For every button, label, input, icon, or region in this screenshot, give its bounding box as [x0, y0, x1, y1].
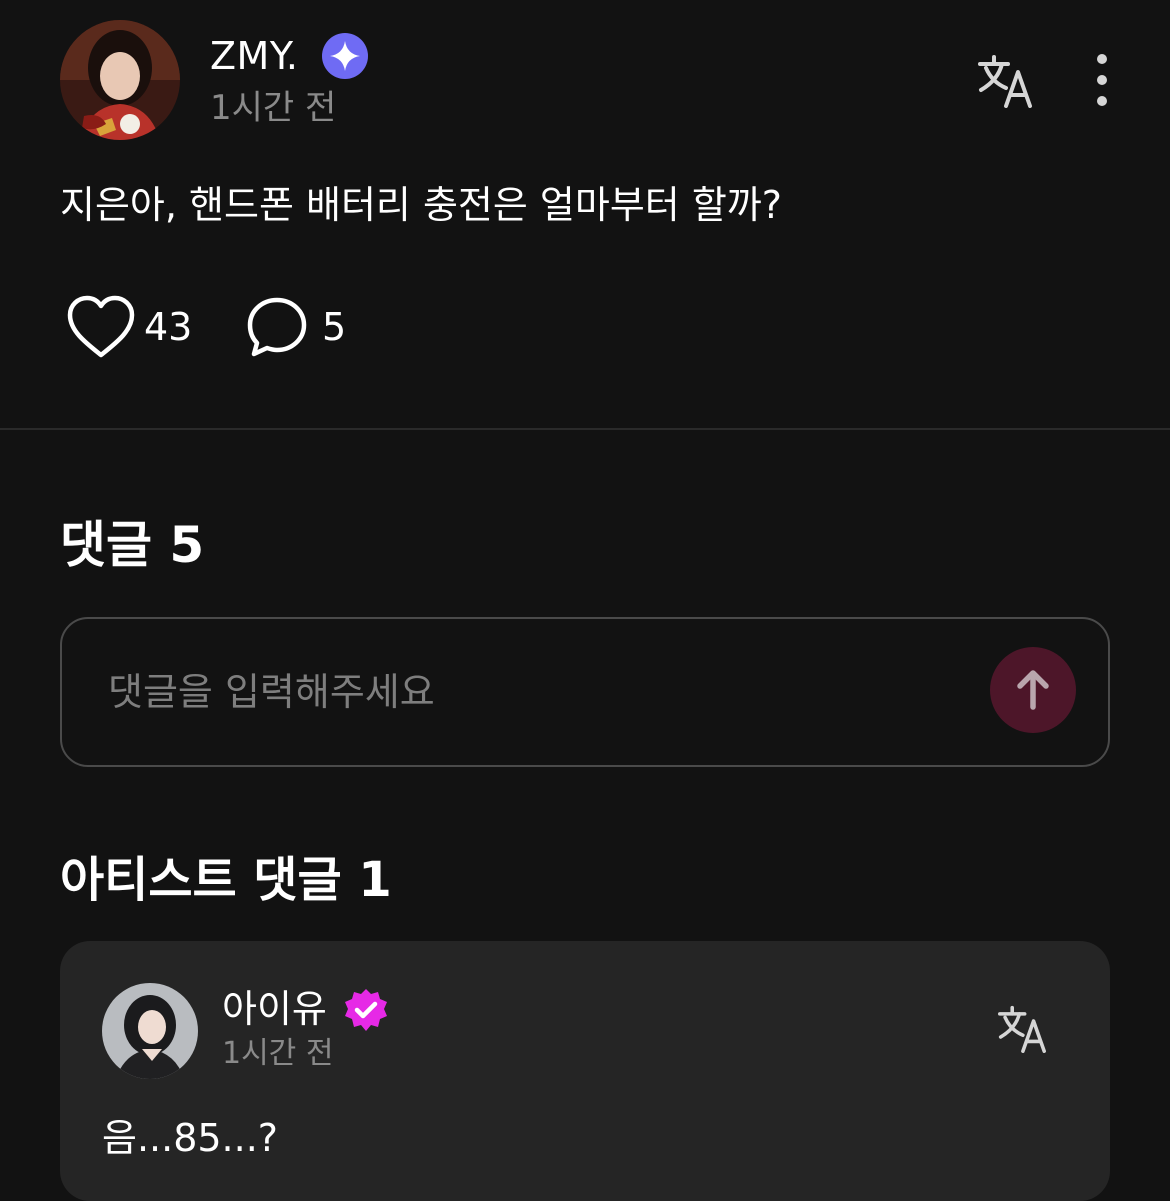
translate-button[interactable]: [976, 54, 1034, 108]
author-name[interactable]: ZMY.: [210, 34, 298, 78]
translate-icon: [996, 1005, 1048, 1053]
send-comment-button[interactable]: [990, 647, 1076, 733]
comments-title: 댓글 5: [60, 516, 205, 574]
comment-input-box: [60, 617, 1110, 767]
section-divider: [0, 428, 1170, 430]
artist-name[interactable]: 아이유: [222, 987, 327, 1031]
artist-comments-title: 아티스트 댓글 1: [60, 852, 392, 908]
author-avatar[interactable]: [60, 20, 180, 140]
arrow-up-icon: [990, 647, 1076, 733]
verified-badge-icon: [343, 987, 389, 1033]
post-time: 1시간 전: [210, 88, 337, 128]
post-header: ZMY. 1시간 전: [60, 20, 1110, 142]
heart-icon: [66, 294, 136, 360]
translate-icon: [976, 54, 1034, 108]
comment-bubble-icon: [246, 296, 308, 358]
artist-comment-card: 아이유 1시간 전 음...85...?: [60, 941, 1110, 1201]
artist-comment-text: 음...85...?: [102, 1116, 278, 1160]
like-button[interactable]: 43: [66, 294, 206, 360]
artist-avatar[interactable]: [102, 983, 198, 1079]
comment-button[interactable]: 5: [246, 294, 366, 360]
artist-comment-time: 1시간 전: [222, 1036, 334, 1071]
sparkle-badge-icon: [322, 33, 368, 79]
more-options-button[interactable]: [1084, 54, 1120, 106]
comment-count: 5: [322, 305, 347, 349]
artist-translate-button[interactable]: [996, 1005, 1048, 1053]
post-text: 지은아, 핸드폰 배터리 충전은 얼마부터 할까?: [60, 183, 782, 227]
comment-input[interactable]: [108, 659, 938, 725]
more-vertical-icon: [1084, 54, 1120, 106]
like-count: 43: [144, 305, 193, 349]
